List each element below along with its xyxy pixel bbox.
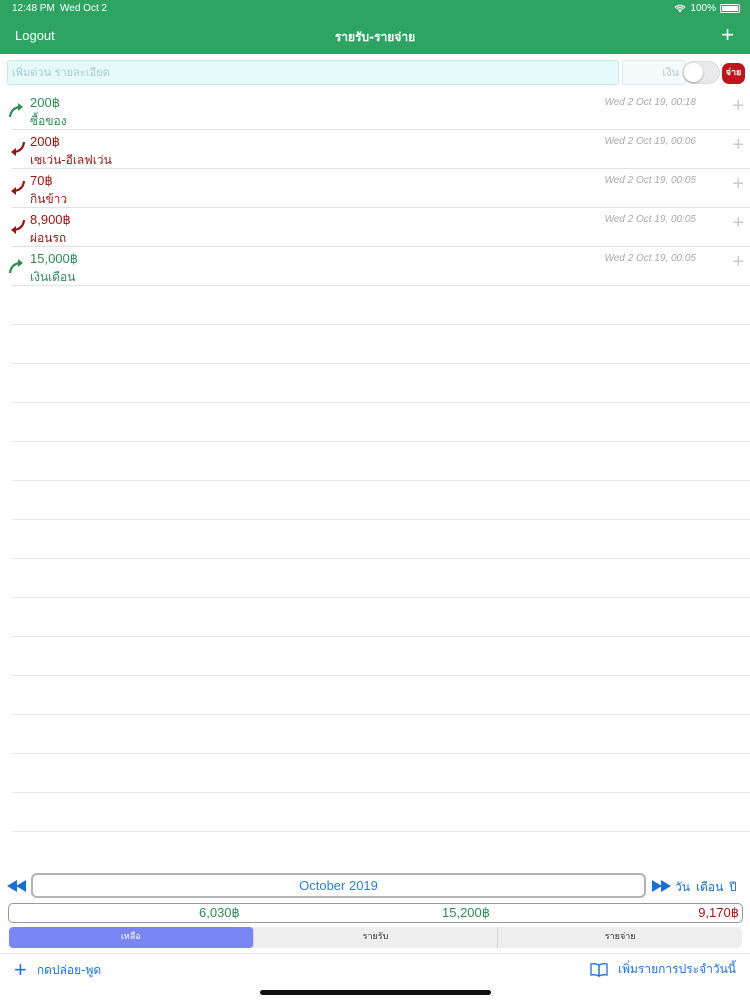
table-row[interactable]: 15,000฿ เงินเดือน Wed 2 Oct 19, 00:05 +: [8, 247, 750, 286]
transaction-amount: 200฿: [30, 134, 60, 149]
empty-row: [12, 598, 750, 637]
fast-forward-icon[interactable]: [651, 880, 671, 892]
range-year-button[interactable]: ปี: [729, 878, 737, 897]
transaction-note: กินข้าว: [30, 192, 68, 206]
book-icon: [590, 962, 608, 977]
nav-bar: Logout รายรับ-รายจ่าย +: [0, 18, 750, 54]
summary-tabs: เหลือ รายรับ รายจ่าย: [9, 927, 742, 948]
transaction-time: Wed 2 Oct 19, 00:18: [604, 97, 696, 108]
empty-row: [12, 793, 750, 832]
transaction-note: เงินเดือน: [30, 270, 76, 284]
status-date: Wed Oct 2: [60, 3, 108, 14]
transaction-time: Wed 2 Oct 19, 00:05: [604, 253, 696, 264]
type-badge[interactable]: จ่าย: [722, 63, 745, 84]
empty-row: [12, 715, 750, 754]
transaction-amount: 200฿: [30, 95, 60, 110]
home-indicator: [260, 990, 491, 995]
transaction-list: 200฿ ซื้อของ Wed 2 Oct 19, 00:18 + 200฿ …: [8, 91, 750, 832]
add-icon[interactable]: +: [732, 173, 744, 196]
empty-row: [12, 520, 750, 559]
transaction-amount: 70฿: [30, 173, 53, 188]
empty-row: [12, 637, 750, 676]
add-icon[interactable]: +: [732, 212, 744, 235]
period-selector: October 2019 วัน เดือน ปี: [0, 873, 750, 899]
transaction-time: Wed 2 Oct 19, 00:05: [604, 214, 696, 225]
range-day-button[interactable]: วัน: [675, 878, 690, 897]
transaction-note: ซื้อของ: [30, 114, 67, 128]
empty-row: [12, 364, 750, 403]
table-row[interactable]: 8,900฿ ผ่อนรถ Wed 2 Oct 19, 00:05 +: [11, 208, 750, 247]
empty-row: [12, 481, 750, 520]
tab-income[interactable]: รายรับ: [254, 927, 499, 948]
transaction-amount: 15,000฿: [30, 251, 79, 266]
recurring-label: เพิ่มรายการประจำวันนี้: [617, 962, 736, 976]
add-icon[interactable]: +: [732, 95, 744, 118]
page-title: รายรับ-รายจ่าย: [334, 30, 416, 44]
expense-arrow-icon: [11, 180, 26, 195]
quick-entry-row: จ่าย: [7, 60, 745, 86]
table-row[interactable]: 200฿ เซเว่น-อีเลฟเว่น Wed 2 Oct 19, 00:0…: [11, 130, 750, 169]
table-row[interactable]: 70฿ กินข้าว Wed 2 Oct 19, 00:05 +: [11, 169, 750, 208]
table-row[interactable]: 200฿ ซื้อของ Wed 2 Oct 19, 00:18 +: [8, 91, 750, 130]
empty-row: [12, 286, 750, 325]
income-arrow-icon: [8, 259, 23, 274]
wifi-icon: [674, 4, 686, 13]
empty-row: [12, 559, 750, 598]
empty-row: [12, 325, 750, 364]
voice-label: กดปล่อย-พูด: [36, 962, 102, 977]
transaction-note: เซเว่น-อีเลฟเว่น: [30, 153, 112, 167]
empty-row: [12, 676, 750, 715]
status-time: 12:48 PM: [12, 3, 55, 14]
income-arrow-icon: [8, 103, 23, 118]
expense-arrow-icon: [11, 219, 26, 234]
empty-row: [12, 754, 750, 793]
battery-percent: 100%: [690, 3, 716, 14]
voice-button[interactable]: + กดปล่อย-พูด: [14, 957, 102, 982]
status-right: 100%: [674, 3, 740, 14]
tab-expense[interactable]: รายจ่าย: [498, 927, 742, 948]
expense-arrow-icon: [11, 141, 26, 156]
balance-total: 6,030฿: [199, 905, 240, 920]
range-month-button[interactable]: เดือน: [696, 878, 723, 897]
income-total: 15,200฿: [442, 905, 491, 920]
totals-row: 6,030฿ 15,200฿ 9,170฿: [8, 903, 743, 923]
tab-balance[interactable]: เหลือ: [9, 927, 254, 948]
transaction-time: Wed 2 Oct 19, 00:05: [604, 175, 696, 186]
status-bar: 12:48 PM Wed Oct 2 100%: [0, 0, 750, 18]
add-icon[interactable]: +: [732, 134, 744, 157]
transaction-time: Wed 2 Oct 19, 00:06: [604, 136, 696, 147]
transaction-note: ผ่อนรถ: [30, 231, 67, 245]
empty-row: [12, 403, 750, 442]
toggle-knob: [684, 63, 703, 82]
battery-icon: [720, 4, 740, 13]
add-icon: +: [14, 957, 27, 982]
amount-input[interactable]: [622, 60, 686, 85]
rewind-icon[interactable]: [7, 880, 27, 892]
description-input[interactable]: [7, 60, 619, 85]
empty-row: [12, 442, 750, 481]
type-toggle[interactable]: [682, 61, 720, 84]
add-icon[interactable]: +: [721, 22, 734, 48]
expense-total: 9,170฿: [698, 905, 739, 920]
add-icon[interactable]: +: [732, 251, 744, 274]
transaction-amount: 8,900฿: [30, 212, 71, 227]
month-display[interactable]: October 2019: [31, 873, 646, 898]
add-recurring-button[interactable]: เพิ่มรายการประจำวันนี้: [590, 960, 736, 979]
